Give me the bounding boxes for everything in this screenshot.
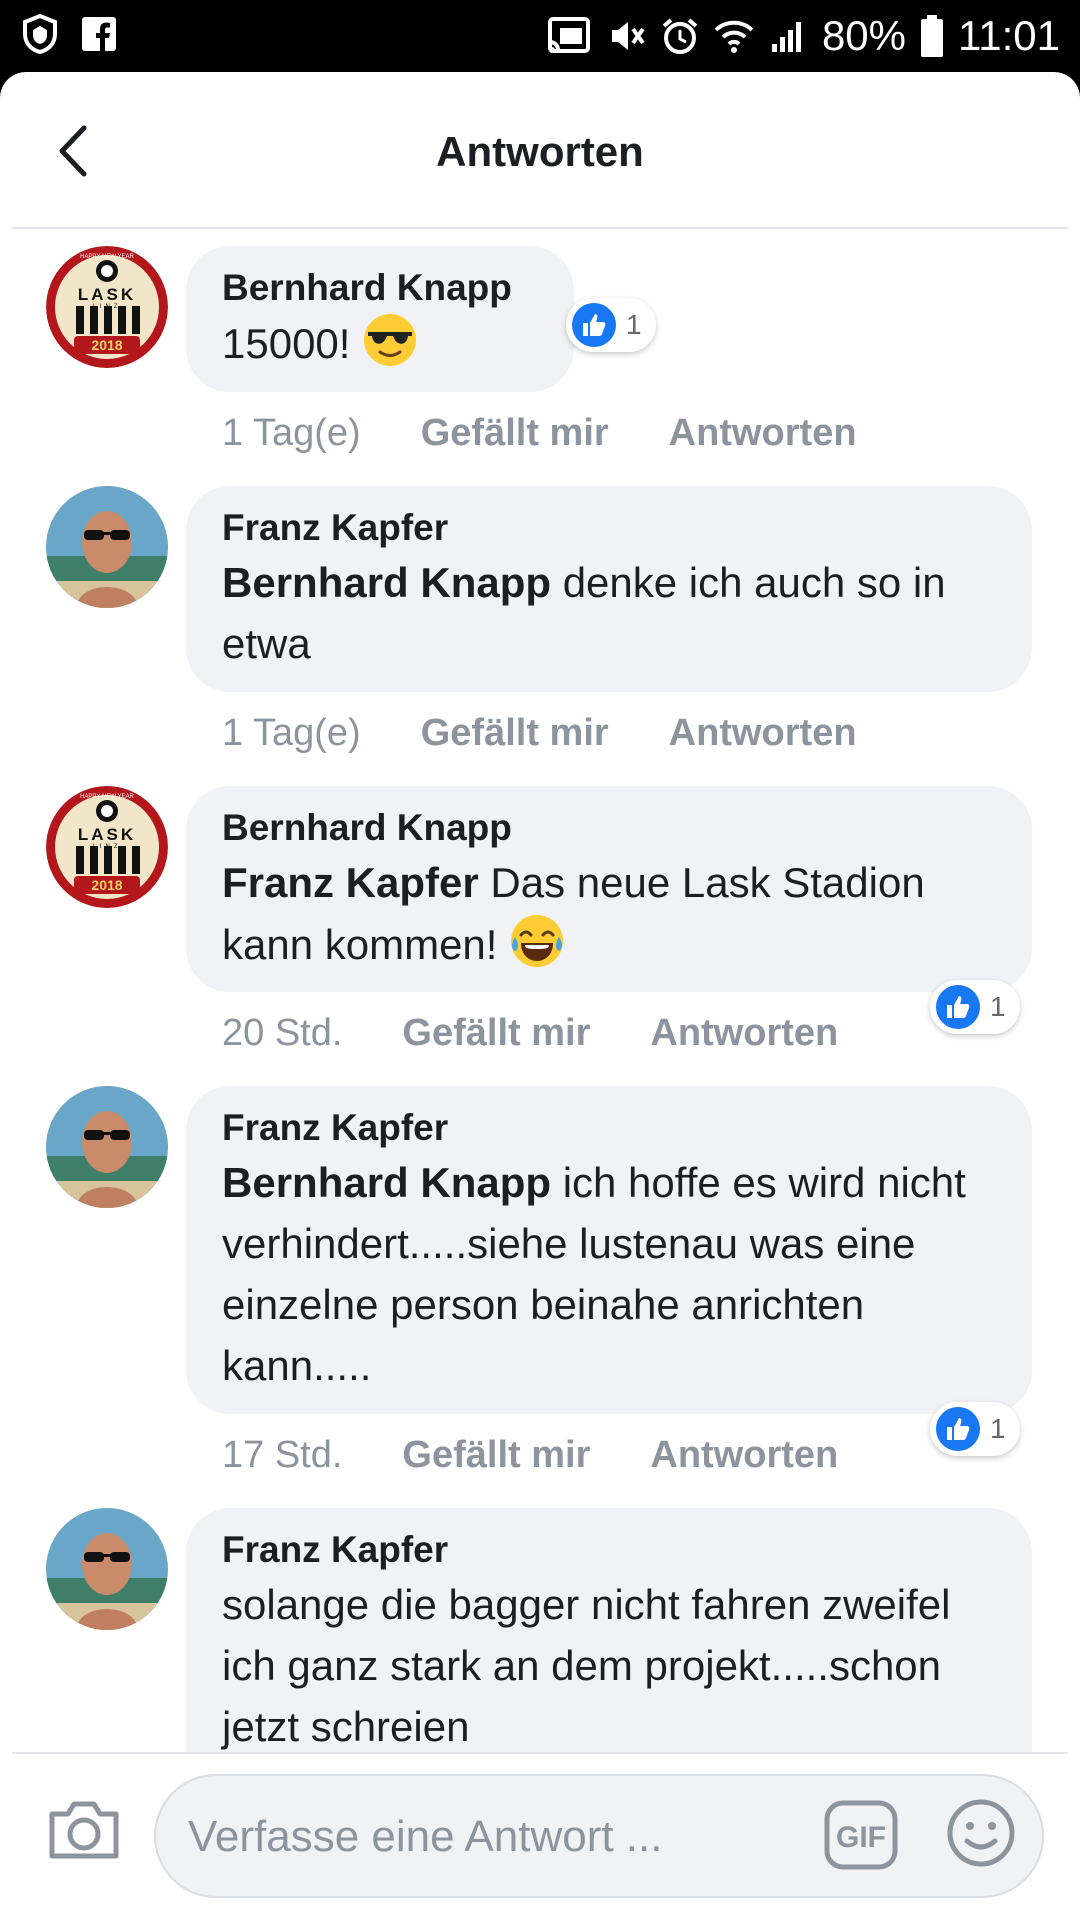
reply-button[interactable]: Antworten [669,410,857,456]
comment-author[interactable]: Bernhard Knapp [222,266,538,310]
smiley-icon [947,1799,1015,1867]
comment-actions: 17 Std. Gefällt mir Antworten [222,1432,838,1478]
page-title: Antworten [436,128,644,175]
header-divider [12,227,1068,229]
avatar-lask[interactable]: HAPPY NEW YEAR LASK LINZ 2018 [46,246,168,368]
thumbs-up-icon [936,985,980,1029]
avatar-franz[interactable] [46,486,168,608]
signal-icon [768,16,808,56]
badge-club-text: LASK [78,285,136,304]
mention-link[interactable]: Bernhard Knapp [222,1159,551,1206]
comment-bubble[interactable]: Bernhard Knapp 15000! [186,246,574,392]
reply-button[interactable]: Antworten [650,1432,838,1478]
comment-time: 17 Std. [222,1434,343,1476]
thumbs-up-icon [572,303,616,347]
badge-year-text: 2018 [91,337,122,353]
comment-author[interactable]: Franz Kapfer [222,506,996,550]
alarm-icon [660,16,700,56]
reaction-count[interactable]: 1 [930,1402,1020,1456]
comment-author[interactable]: Franz Kapfer [222,1528,996,1572]
like-button[interactable]: Gefällt mir [421,410,609,456]
badge-city-text: LINZ [92,844,121,850]
reaction-count[interactable]: 1 [930,980,1020,1034]
comment-bubble[interactable]: Franz Kapfer Bernhard Knapp ich hoffe es… [186,1086,1032,1414]
reaction-count[interactable]: 1 [566,298,656,352]
gif-icon: GIF [824,1800,898,1870]
battery-icon [920,15,944,57]
gif-button[interactable]: GIF [824,1800,898,1870]
like-button[interactable]: Gefällt mir [421,710,609,756]
comment-text-body: 15000! [222,320,351,367]
gif-label: GIF [836,1821,886,1854]
laughing-emoji-icon [511,915,564,967]
comment-time: 1 Tag(e) [222,712,361,754]
comment-text: Bernhard Knapp ich hoffe es wird nicht v… [222,1152,996,1396]
mention-link[interactable]: Bernhard Knapp [222,559,551,606]
comment-author[interactable]: Franz Kapfer [222,1106,996,1150]
reply-input[interactable]: Verfasse eine Antwort ... GIF [154,1774,1044,1898]
shield-icon [22,14,58,54]
cast-icon [546,16,592,56]
thumbs-up-icon [936,1407,980,1451]
like-button[interactable]: Gefällt mir [402,1432,590,1478]
camera-icon [49,1801,119,1859]
lask-badge-avatar: HAPPY NEW YEAR LASK LINZ 2018 [46,246,168,368]
avatar-franz[interactable] [46,1508,168,1630]
comment-actions: 1 Tag(e) Gefällt mir Antworten [222,410,857,456]
avatar-franz[interactable] [46,1086,168,1208]
comment-text: Franz Kapfer Das neue Lask Stadion kann … [222,852,996,975]
profile-photo-avatar [46,1508,168,1630]
reply-button[interactable]: Antworten [650,1010,838,1056]
comment-text: Bernhard Knapp denke ich auch so in etwa [222,552,996,674]
avatar-lask[interactable]: HAPPY NEW YEAR LASK LINZ 2018 [46,786,168,908]
comment-thread[interactable]: HAPPY NEW YEAR LASK LINZ 2018 Bernhard K… [0,230,1080,1818]
camera-button[interactable] [48,1798,120,1860]
facebook-icon [82,17,116,51]
lask-badge-avatar: HAPPY NEW YEAR LASK LINZ 2018 [46,786,168,908]
reaction-number: 1 [990,1413,1006,1444]
like-button[interactable]: Gefällt mir [402,1010,590,1056]
badge-top-text: HAPPY NEW YEAR [80,254,134,260]
comment-time: 20 Std. [222,1012,343,1054]
battery-percent: 80% [821,12,906,59]
comment-actions: 20 Std. Gefällt mir Antworten [222,1010,838,1056]
reply-placeholder: Verfasse eine Antwort ... [188,1812,663,1861]
wifi-icon [714,16,754,56]
sunglasses-emoji-icon [364,314,417,366]
reaction-number: 1 [990,991,1006,1022]
comment-text: 15000! [222,312,538,374]
comment-author[interactable]: Bernhard Knapp [222,806,996,850]
comment-text: solange die bagger nicht fahren zweifel … [222,1581,951,1750]
emoji-button[interactable] [946,1798,1016,1868]
reply-composer: Verfasse eine Antwort ... GIF [0,1754,1080,1920]
comment-bubble[interactable]: Franz Kapfer Bernhard Knapp denke ich au… [186,486,1032,692]
reaction-number: 1 [626,309,642,340]
reply-button[interactable]: Antworten [669,710,857,756]
comment-time: 1 Tag(e) [222,412,361,454]
comment-actions: 1 Tag(e) Gefällt mir Antworten [222,710,857,756]
comment-bubble[interactable]: Bernhard Knapp Franz Kapfer Das neue Las… [186,786,1032,992]
profile-photo-avatar [46,1086,168,1208]
badge-city-text: LINZ [92,304,121,310]
clock: 11:01 [958,12,1060,59]
mention-link[interactable]: Franz Kapfer [222,859,479,906]
status-bar: 80% 11:01 [0,0,1080,72]
header: Antworten [0,72,1080,229]
mute-icon [606,16,646,56]
replies-sheet: Antworten HAPPY NEW YEAR LASK LINZ 2018 [0,72,1080,1920]
badge-top-text: HAPPY NEW YEAR [80,794,134,800]
badge-year-text: 2018 [91,877,122,893]
badge-club-text: LASK [78,825,136,844]
profile-photo-avatar [46,486,168,608]
